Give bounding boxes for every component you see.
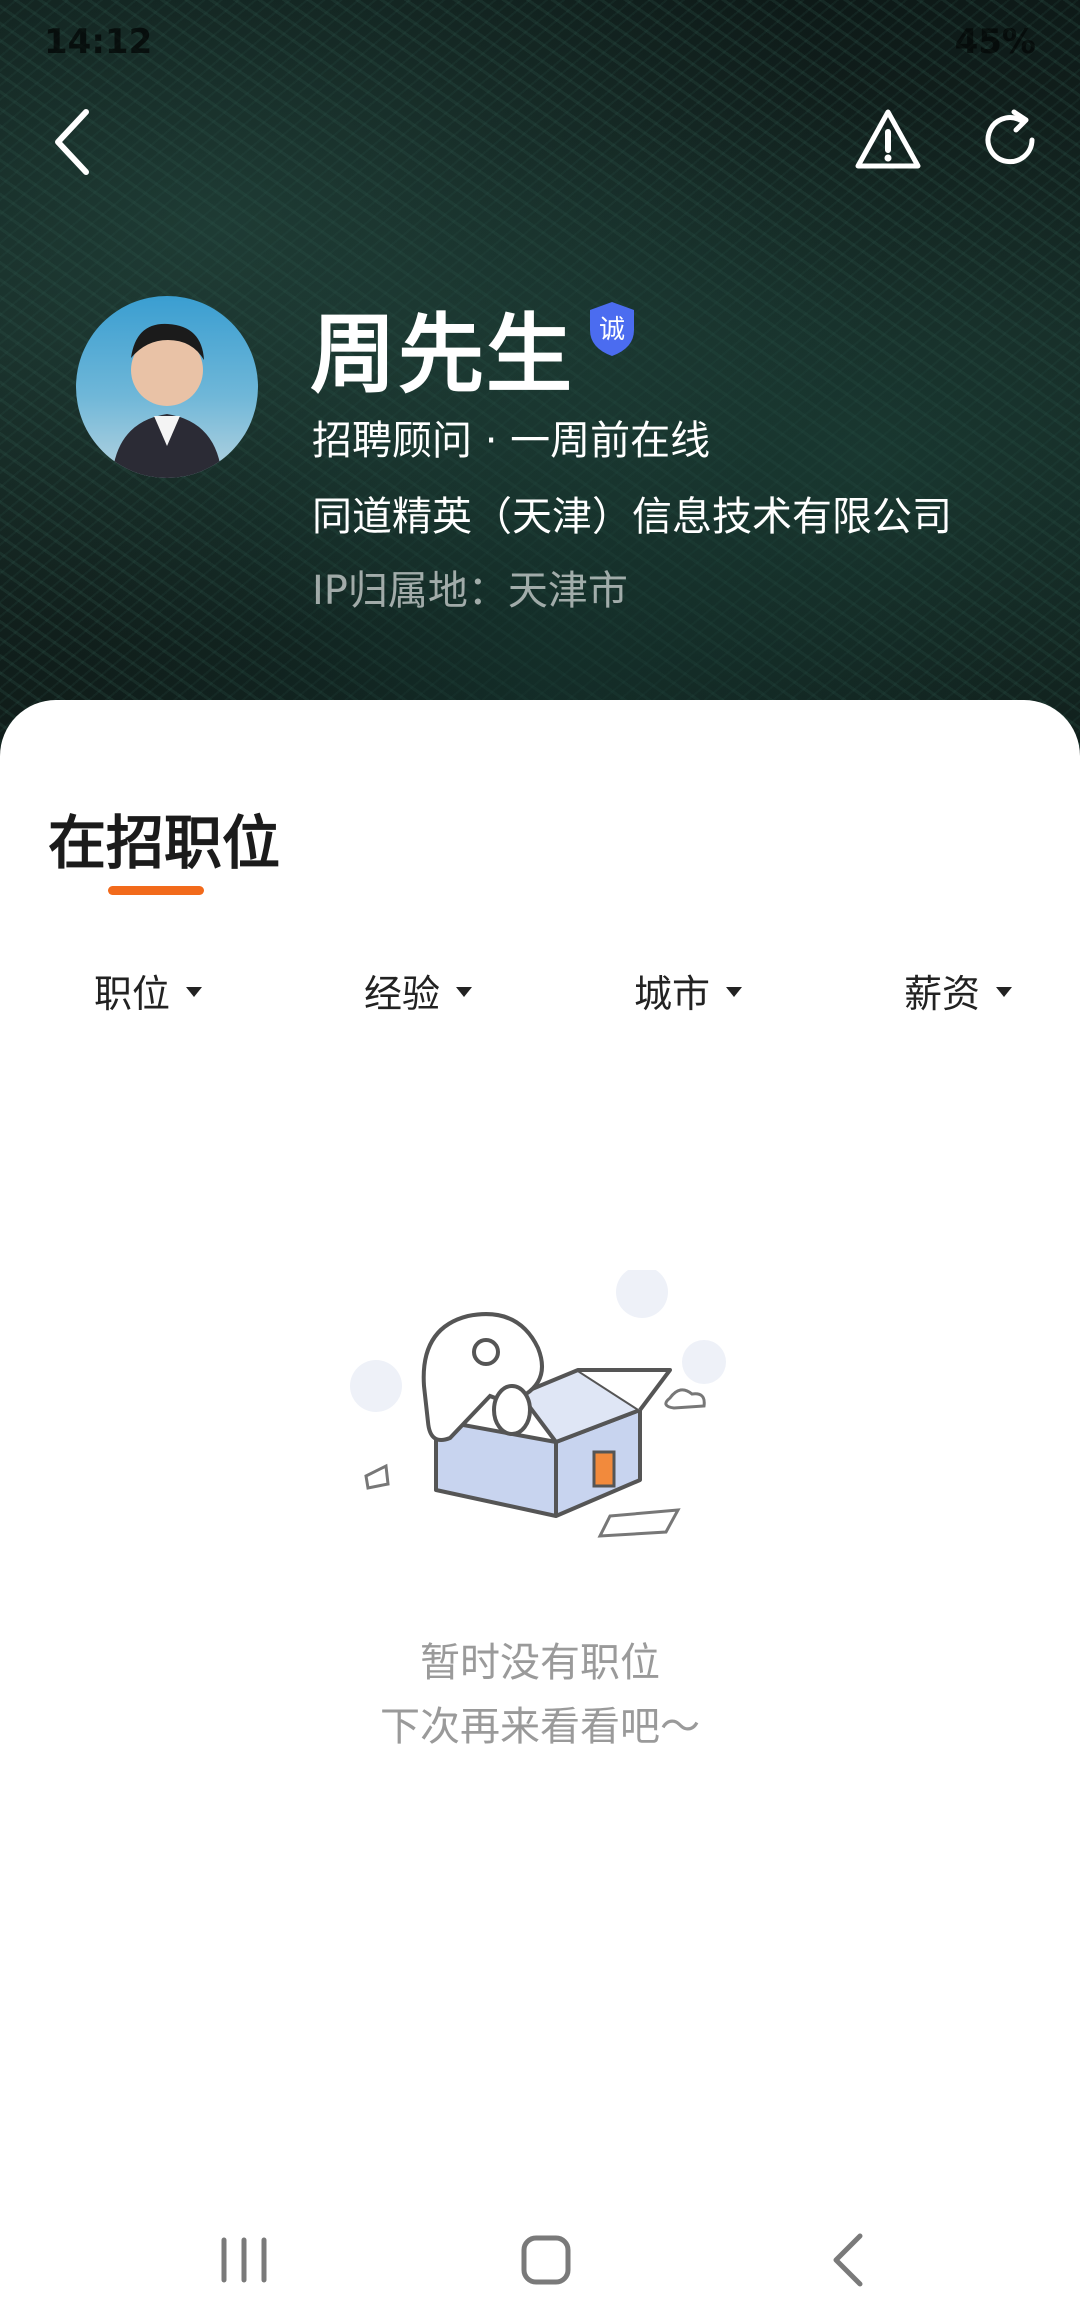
recruiter-title-line: 招聘顾问 · 一周前在线 xyxy=(312,418,711,464)
recruiter-company[interactable]: 同道精英（天津）信息技术有限公司 xyxy=(312,484,952,542)
home-button[interactable] xyxy=(506,2220,586,2300)
empty-state-subtitle: 下次再来看看吧～ xyxy=(380,1704,700,1750)
caret-down-icon xyxy=(996,987,1013,997)
badge-text: 诚 xyxy=(599,315,625,345)
filter-city[interactable]: 城市 xyxy=(634,960,743,1020)
shield-badge-icon: 诚 xyxy=(590,302,634,356)
caret-down-icon xyxy=(456,987,473,997)
profile-header-background: 14:12 45% 周先生 诚 招聘顾问 · 一周前在线 同道精英（天津）信息技… xyxy=(0,0,1080,760)
recent-apps-button[interactable] xyxy=(204,2220,284,2300)
person-photo-icon xyxy=(112,323,222,478)
status-battery: 45% xyxy=(954,22,1036,62)
caret-down-icon xyxy=(726,987,743,997)
refresh-button[interactable] xyxy=(974,104,1046,176)
filter-position[interactable]: 职位 xyxy=(94,960,203,1020)
system-navigation-bar xyxy=(0,2200,1080,2316)
filter-label: 职位 xyxy=(94,971,171,1016)
empty-box-icon xyxy=(350,1266,726,1538)
ip-location: IP归属地：天津市 xyxy=(312,568,628,614)
filter-label: 城市 xyxy=(634,971,711,1016)
recruiter-name: 周先生 xyxy=(310,305,574,405)
empty-state-title: 暂时没有职位 xyxy=(420,1640,660,1686)
warning-icon xyxy=(855,109,921,169)
verified-badge: 诚 xyxy=(586,300,638,358)
empty-box-illustration xyxy=(340,1266,740,1570)
filter-bar: 职位 经验 城市 薪资 xyxy=(0,960,1080,1020)
system-back-button[interactable] xyxy=(808,2220,888,2300)
tab-active-indicator xyxy=(108,886,204,895)
refresh-icon xyxy=(985,109,1035,165)
back-button[interactable] xyxy=(46,104,98,180)
chevron-left-icon xyxy=(833,2233,863,2287)
chevron-left-icon xyxy=(55,109,89,175)
filter-label: 经验 xyxy=(364,971,441,1016)
avatar[interactable] xyxy=(76,296,258,478)
filter-experience[interactable]: 经验 xyxy=(364,960,473,1020)
filter-salary[interactable]: 薪资 xyxy=(904,960,1013,1020)
recent-apps-icon xyxy=(221,2237,267,2283)
tab-open-positions[interactable]: 在招职位 xyxy=(48,796,280,880)
caret-down-icon xyxy=(186,987,203,997)
home-square-icon xyxy=(521,2235,571,2285)
filter-label: 薪资 xyxy=(904,971,981,1016)
report-button[interactable] xyxy=(852,104,924,176)
status-time: 14:12 xyxy=(44,22,153,62)
content-sheet: 在招职位 职位 经验 城市 薪资 暂时没有职位 下次再来看看吧～ xyxy=(0,700,1080,2316)
